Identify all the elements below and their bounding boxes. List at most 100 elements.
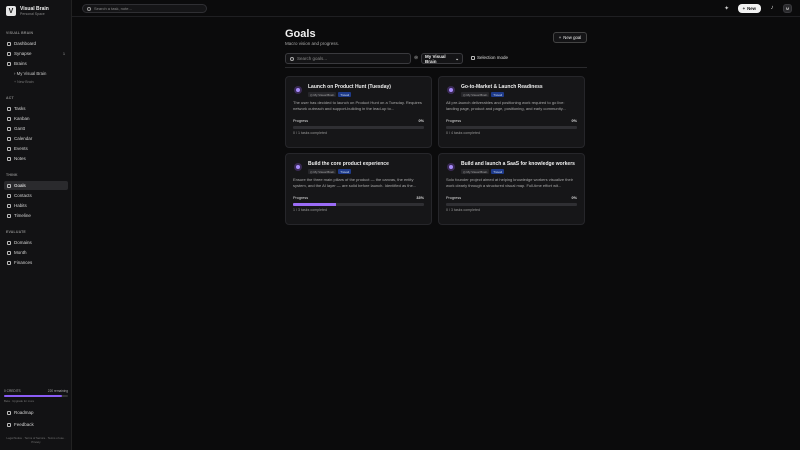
calendar-icon: [7, 136, 11, 141]
divider: [285, 67, 587, 68]
tasks-completed: 0 / 3 tasks completed: [446, 208, 480, 212]
progress-value: 0%: [571, 196, 578, 200]
goal-card[interactable]: Launch on Product Hunt (Tuesday) ◎ My Vis…: [285, 76, 432, 148]
goal-owner: ◎ My Visual Brain: [308, 92, 337, 98]
sidebar-item-contacts[interactable]: Contacts: [4, 191, 68, 200]
goal-card[interactable]: Go-to-Market & Launch Readiness ◎ My Visu…: [438, 76, 585, 148]
event-icon: [7, 146, 11, 151]
progress-bar: [293, 203, 424, 206]
filter-icon[interactable]: ⊜: [414, 55, 418, 61]
goal-tag: Travail: [491, 92, 505, 98]
tasks-completed: 0 / 4 tasks completed: [446, 131, 480, 135]
domain-icon: [7, 240, 11, 245]
global-search-input[interactable]: Search a task, note...: [82, 4, 207, 13]
goal-owner: ◎ My Visual Brain: [461, 92, 490, 98]
page-subtitle: Macro vision and progress.: [285, 41, 340, 46]
checkbox-icon: [471, 55, 475, 60]
sidebar-item-roadmap[interactable]: Roadmap: [4, 408, 68, 417]
synapse-badge: 1: [63, 51, 65, 56]
section-think: THINK: [6, 173, 18, 177]
pulse-icon: [7, 203, 11, 208]
goal-icon: [294, 163, 302, 171]
month-icon: [7, 250, 11, 255]
goal-title: Launch on Product Hunt (Tuesday): [308, 84, 391, 90]
search-icon: [290, 56, 294, 61]
sidebar-item-dashboard[interactable]: Dashboard: [4, 39, 68, 48]
goal-description: Solo founder project aimed at helping kn…: [446, 177, 573, 188]
goal-title: Build and launch a SaaS for knowledge wo…: [461, 161, 575, 167]
goal-title: Go-to-Market & Launch Readiness: [461, 84, 543, 90]
page-title: Goals: [285, 28, 316, 40]
progress-bar: [293, 126, 424, 129]
credits-bar: [4, 395, 68, 397]
check-icon: [7, 106, 11, 111]
progress-value: 0%: [418, 119, 425, 123]
workspace-name: Personal Space: [20, 12, 45, 16]
message-icon: [7, 422, 11, 427]
sidebar-item-timeline[interactable]: Timeline: [4, 211, 68, 220]
legal-links[interactable]: Legal Notice · Terms of Service · Terms …: [4, 436, 68, 444]
brain-icon: [7, 61, 11, 66]
spark-icon: [7, 51, 11, 56]
goal-tag: Travail: [338, 169, 352, 175]
section-visual-brain: VISUAL BRAIN: [6, 31, 34, 35]
goal-owner: ◎ My Visual Brain: [308, 169, 337, 175]
credits-count: 0 CREDITS: [4, 389, 21, 393]
gantt-icon: [7, 126, 11, 131]
credits-bar-fill: [4, 395, 62, 397]
goals-search-input[interactable]: Search goals...: [285, 53, 411, 64]
new-goal-button[interactable]: + New goal: [553, 32, 587, 43]
progress-label: Progress: [446, 196, 462, 200]
brain-select[interactable]: My Visual Brain ⌄: [421, 53, 463, 64]
goal-card[interactable]: Build the core product experience ◎ My Vi…: [285, 153, 432, 225]
goal-owner: ◎ My Visual Brain: [461, 169, 490, 175]
section-act: ACT: [6, 96, 14, 100]
map-icon: [7, 410, 11, 415]
grid-icon: [7, 41, 11, 46]
sidebar-item-calendar[interactable]: Calendar: [4, 134, 68, 143]
avatar[interactable]: M: [783, 3, 792, 13]
brand[interactable]: V Visual Brain Personal Space: [6, 6, 49, 16]
progress-value: 0%: [571, 119, 578, 123]
progress-value: 33%: [416, 196, 424, 200]
sidebar-item-month[interactable]: Month: [4, 248, 68, 257]
progress-label: Progress: [293, 196, 309, 200]
goal-title: Build the core product experience: [308, 161, 389, 167]
sidebar-item-my-visual-brain[interactable]: › My Visual Brain: [14, 71, 46, 76]
search-icon: [87, 6, 91, 11]
goal-description: All pre-launch deliverables and position…: [446, 100, 566, 111]
bell-icon[interactable]: ♪: [767, 3, 777, 13]
plus-icon: +: [558, 35, 562, 40]
sidebar-item-kanban[interactable]: Kanban: [4, 114, 68, 123]
sidebar-item-tasks[interactable]: Tasks: [4, 104, 68, 113]
columns-icon: [7, 116, 11, 121]
sidebar-item-brains[interactable]: Brains: [4, 59, 68, 68]
users-icon: [7, 193, 11, 198]
goal-card[interactable]: Build and launch a SaaS for knowledge wo…: [438, 153, 585, 225]
goal-icon: [447, 163, 455, 171]
sidebar-item-feedback[interactable]: Feedback: [4, 420, 68, 429]
goal-description: The user has decided to launch on Produc…: [293, 100, 422, 111]
sidebar-item-finances[interactable]: Finances: [4, 258, 68, 267]
sidebar-item-events[interactable]: Events: [4, 144, 68, 153]
sidebar-item-notes[interactable]: Notes: [4, 154, 68, 163]
sidebar-item-gantt[interactable]: Gantt: [4, 124, 68, 133]
sidebar-item-synapse[interactable]: Synapse 1: [4, 49, 68, 58]
sidebar-item-habits[interactable]: Habits: [4, 201, 68, 210]
sidebar-item-domains[interactable]: Domains: [4, 238, 68, 247]
selection-mode-toggle[interactable]: Selection mode: [471, 55, 508, 60]
credits-panel[interactable]: 0 CREDITS 220 remaining Beta · Upgrade fo…: [4, 389, 68, 403]
tasks-completed: 1 / 3 tasks completed: [293, 208, 327, 212]
sidebar: V Visual Brain Personal Space VISUAL BRA…: [0, 0, 72, 450]
sidebar-item-goals[interactable]: Goals: [4, 181, 68, 190]
progress-bar-fill: [293, 203, 337, 206]
tasks-completed: 0 / 1 tasks completed: [293, 131, 327, 135]
goal-icon: [447, 86, 455, 94]
note-icon: [7, 156, 11, 161]
credits-remaining: 220 remaining: [47, 389, 68, 393]
new-brain-link[interactable]: + New Brain: [14, 80, 34, 84]
progress-label: Progress: [446, 119, 462, 123]
new-button[interactable]: + New: [737, 3, 761, 13]
timeline-icon: [7, 213, 11, 218]
sparkles-icon[interactable]: ✦: [722, 3, 732, 13]
